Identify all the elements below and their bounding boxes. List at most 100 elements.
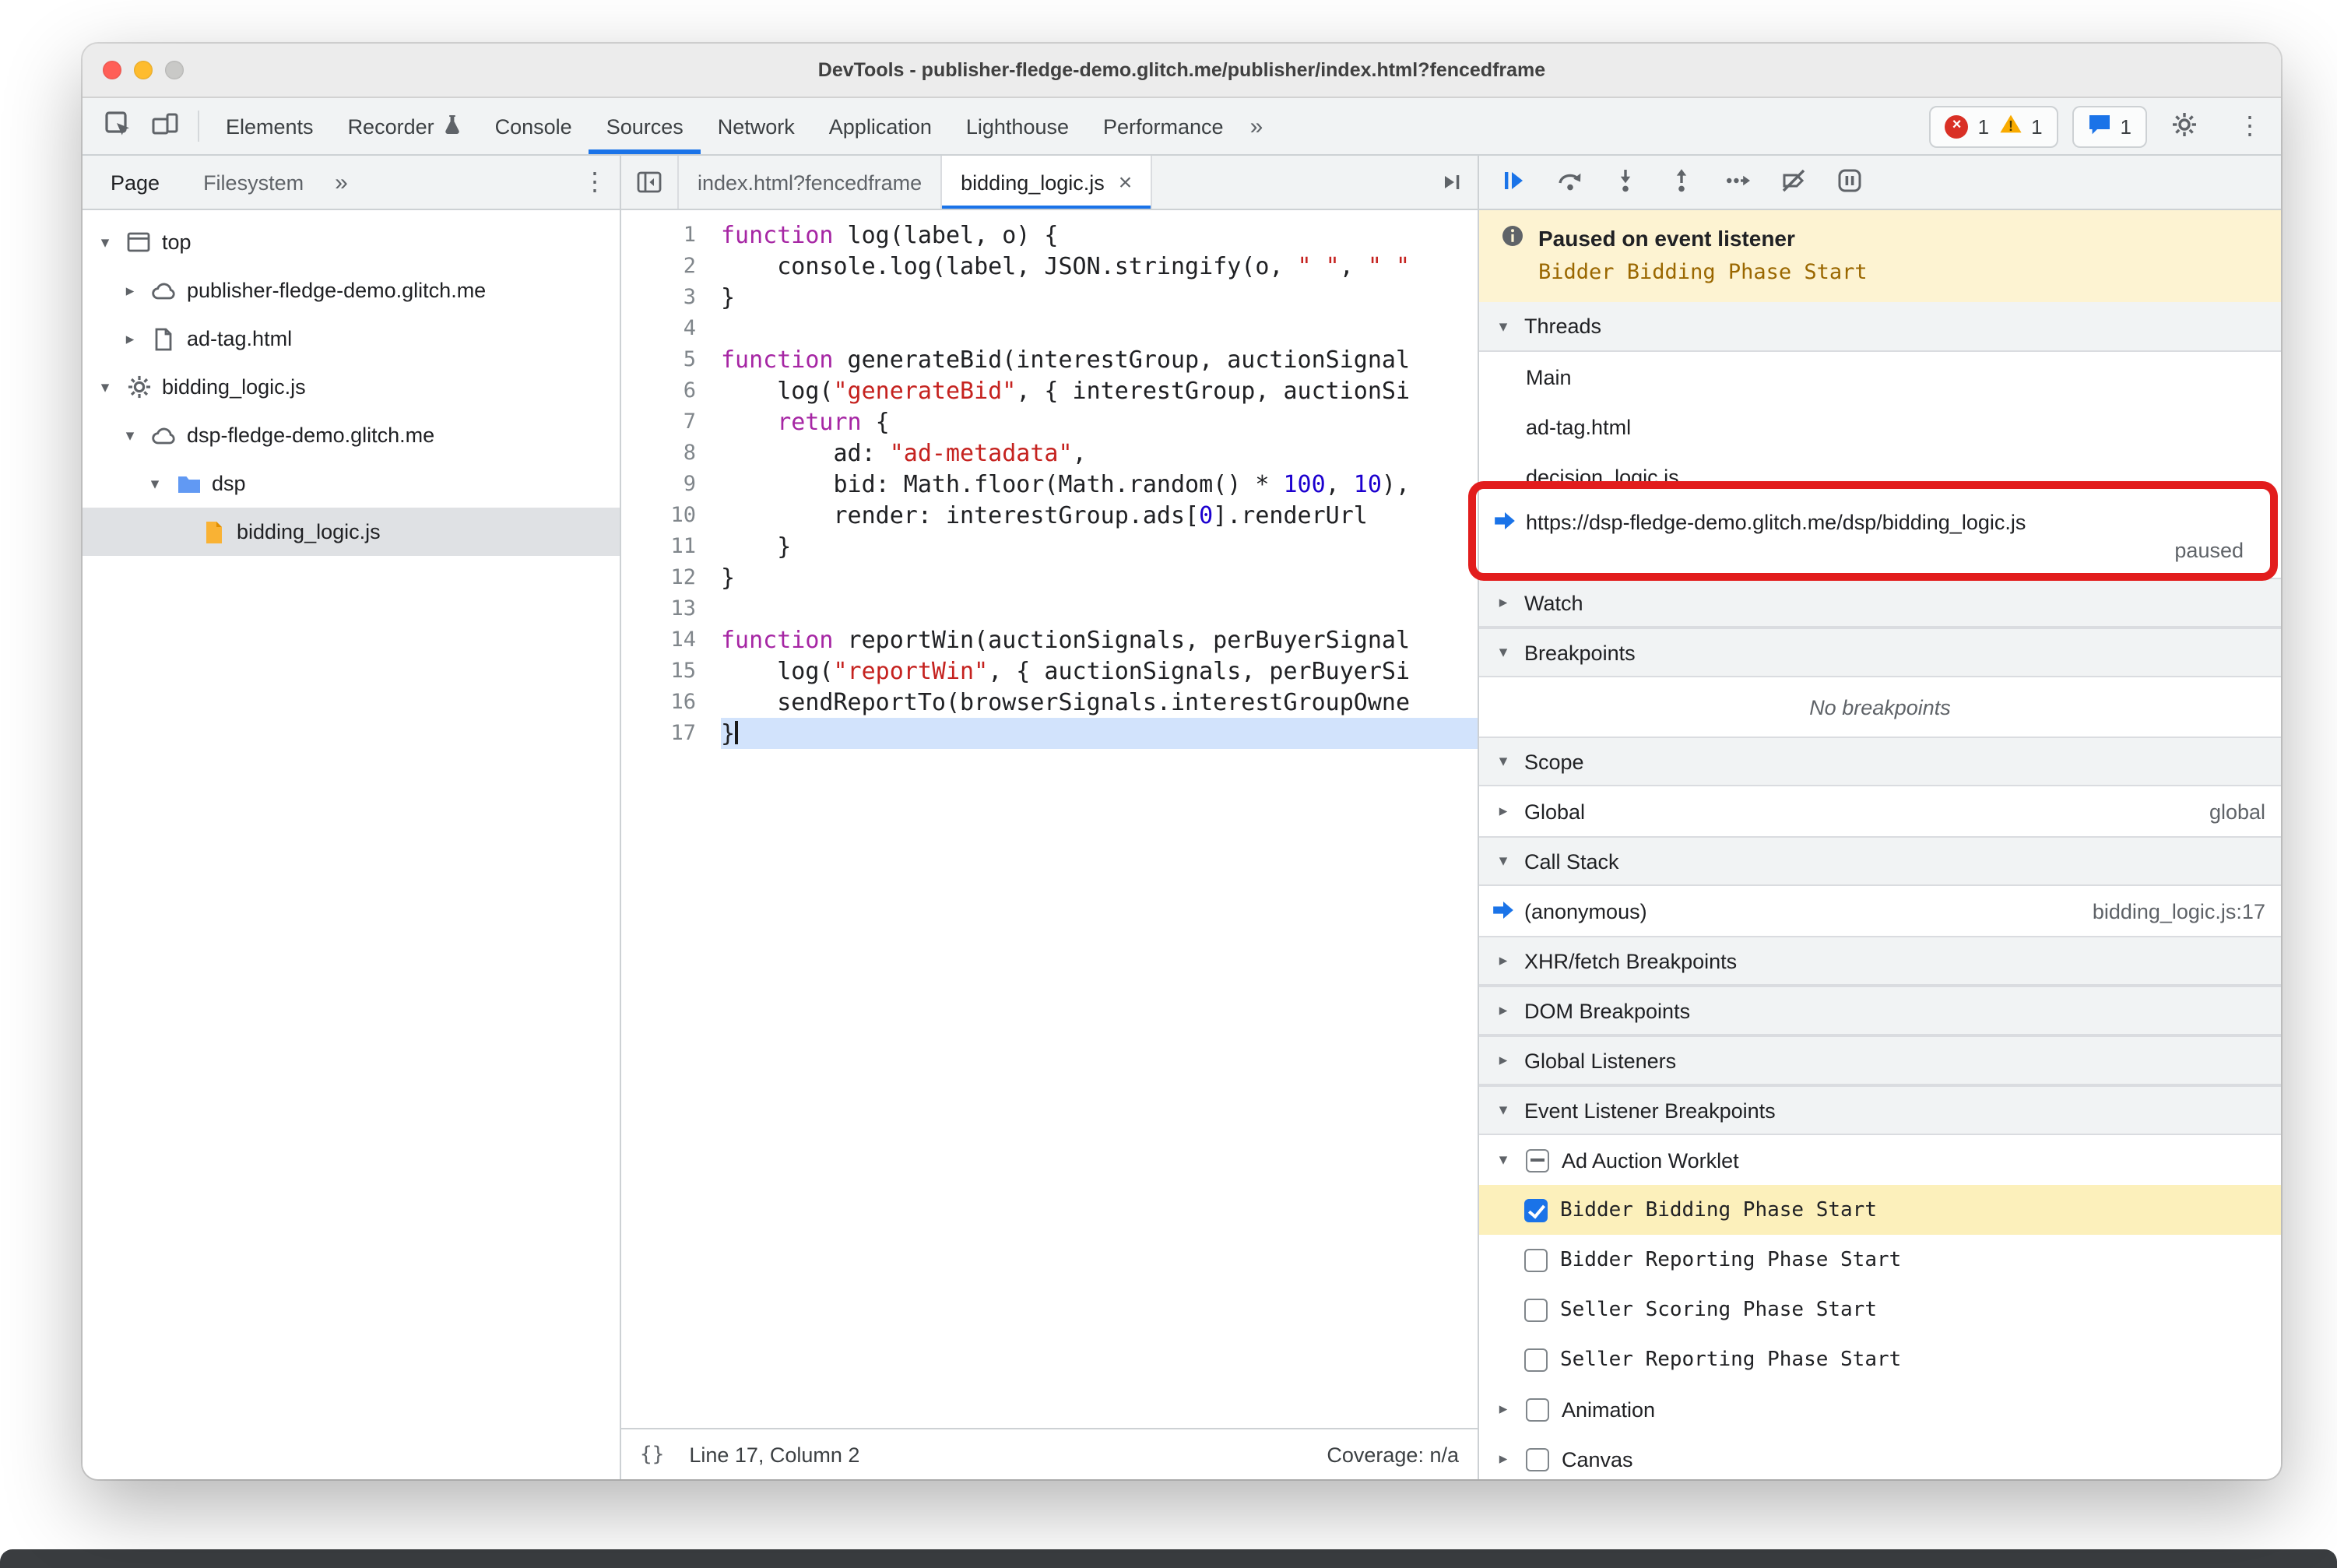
tree-item-dsp[interactable]: ▾ dsp — [83, 459, 620, 508]
tab-performance[interactable]: Performance — [1086, 98, 1241, 154]
navigator-menu-button[interactable]: ⋮ — [576, 167, 613, 198]
zoom-window-button[interactable] — [165, 61, 184, 79]
line-number[interactable]: 12 — [621, 562, 721, 593]
xhr-breakpoints-section-header[interactable]: ▸ XHR/fetch Breakpoints — [1479, 936, 2281, 986]
code-line-10[interactable]: 10 render: interestGroup.ads[0].renderUr… — [621, 500, 1478, 531]
tab-recorder[interactable]: Recorder — [331, 98, 478, 154]
checkbox-indeterminate[interactable] — [1526, 1148, 1549, 1172]
tab-lighthouse[interactable]: Lighthouse — [949, 98, 1086, 154]
expander-closed-icon[interactable]: ▸ — [1493, 1450, 1513, 1468]
tree-item-top[interactable]: ▾ top — [83, 218, 620, 266]
step-over-button[interactable] — [1554, 167, 1585, 198]
call-stack-frame-row[interactable]: (anonymous) bidding_logic.js:17 — [1479, 886, 2281, 936]
navigator-tab-page[interactable]: Page — [89, 156, 181, 209]
code-line-6[interactable]: 6 log("generateBid", { interestGroup, au… — [621, 375, 1478, 406]
code-line-11[interactable]: 11 } — [621, 531, 1478, 562]
hide-navigator-button[interactable] — [621, 156, 679, 209]
code-line-2[interactable]: 2 console.log(label, JSON.stringify(o, "… — [621, 251, 1478, 282]
checkbox-unchecked[interactable] — [1524, 1248, 1548, 1271]
breakpoint-event-seller-scoring-phase-start[interactable]: Seller Scoring Phase Start — [1479, 1285, 2281, 1334]
expander-open-icon[interactable]: ▾ — [95, 233, 115, 251]
editor-tab-bidding-logic-js[interactable]: bidding_logic.js × — [942, 156, 1153, 209]
code-line-4[interactable]: 4 — [621, 313, 1478, 344]
tab-elements[interactable]: Elements — [209, 98, 331, 154]
code-line-9[interactable]: 9 bid: Math.floor(Math.random() * 100, 1… — [621, 469, 1478, 500]
tab-network[interactable]: Network — [701, 98, 812, 154]
scope-section-header[interactable]: ▾ Scope — [1479, 737, 2281, 786]
pause-on-exceptions-button[interactable] — [1834, 167, 1865, 198]
code-line-14[interactable]: 14 function reportWin(auctionSignals, per… — [621, 624, 1478, 656]
tree-item-publisher-fledge-demo-glitch-me[interactable]: ▸ publisher-fledge-demo.glitch.me — [83, 266, 620, 315]
checkbox-unchecked[interactable] — [1526, 1397, 1549, 1421]
line-number[interactable]: 17 — [621, 718, 721, 749]
line-number[interactable]: 14 — [621, 624, 721, 656]
thread-item-paused[interactable]: https://dsp-fledge-demo.glitch.me/dsp/bi… — [1468, 481, 2281, 581]
line-number[interactable]: 4 — [621, 313, 721, 344]
line-number[interactable]: 6 — [621, 375, 721, 406]
line-number[interactable]: 16 — [621, 687, 721, 718]
expander-open-icon[interactable]: ▾ — [145, 474, 165, 493]
line-number[interactable]: 1 — [621, 220, 721, 251]
breakpoints-section-header[interactable]: ▾ Breakpoints — [1479, 628, 2281, 677]
resume-button[interactable] — [1498, 167, 1529, 198]
line-number[interactable]: 3 — [621, 282, 721, 313]
code-line-16[interactable]: 16 sendReportTo(browserSignals.interestG… — [621, 687, 1478, 718]
inspect-element-button[interactable] — [95, 104, 142, 148]
tree-item-bidding-logic-js[interactable]: bidding_logic.js — [83, 508, 620, 556]
event-listener-breakpoints-section-header[interactable]: ▾ Event Listener Breakpoints — [1479, 1085, 2281, 1135]
deactivate-breakpoints-button[interactable] — [1778, 167, 1809, 198]
breakpoint-event-bidder-reporting-phase-start[interactable]: Bidder Reporting Phase Start — [1479, 1235, 2281, 1285]
step-out-button[interactable] — [1666, 167, 1697, 198]
expander-closed-icon[interactable]: ▸ — [120, 329, 140, 348]
thread-item-ad-tag-html[interactable]: ad-tag.html — [1479, 402, 2281, 452]
checkbox-checked[interactable] — [1524, 1198, 1548, 1222]
code-line-12[interactable]: 12} — [621, 562, 1478, 593]
code-line-1[interactable]: 1 function log(label, o) { — [621, 220, 1478, 251]
threads-section-header[interactable]: ▾ Threads — [1479, 302, 2281, 352]
line-number[interactable]: 8 — [621, 438, 721, 469]
line-number[interactable]: 15 — [621, 656, 721, 687]
issues-badge[interactable]: 1 — [2072, 105, 2147, 147]
checkbox-unchecked[interactable] — [1524, 1348, 1548, 1371]
minimize-window-button[interactable] — [134, 61, 153, 79]
thread-item-decision-logic-js[interactable]: decision_logic.js — [1479, 452, 2281, 501]
breakpoint-category-canvas[interactable]: ▸ Canvas — [1479, 1434, 2281, 1479]
call-stack-section-header[interactable]: ▾ Call Stack — [1479, 836, 2281, 886]
expander-open-icon[interactable]: ▾ — [95, 378, 115, 396]
tab-console[interactable]: Console — [478, 98, 589, 154]
line-number[interactable]: 7 — [621, 406, 721, 438]
code-line-3[interactable]: 3} — [621, 282, 1478, 313]
more-navigator-tabs-button[interactable]: » — [325, 169, 357, 195]
line-number[interactable]: 11 — [621, 531, 721, 562]
step-button[interactable] — [1722, 167, 1753, 198]
expander-open-icon[interactable]: ▾ — [1493, 1151, 1513, 1169]
scope-global-row[interactable]: ▸ Global global — [1479, 786, 2281, 836]
settings-button[interactable] — [2161, 104, 2208, 148]
navigator-tab-filesystem[interactable]: Filesystem — [181, 156, 325, 209]
more-panels-button[interactable]: » — [1241, 113, 1273, 139]
tree-item-bidding-logic-js[interactable]: ▾ bidding_logic.js — [83, 363, 620, 411]
line-number[interactable]: 2 — [621, 251, 721, 282]
line-number[interactable]: 13 — [621, 593, 721, 624]
thread-item-main[interactable]: Main — [1479, 352, 2281, 402]
main-menu-button[interactable]: ⋮ — [2222, 104, 2268, 148]
code-line-13[interactable]: 13 — [621, 593, 1478, 624]
checkbox-unchecked[interactable] — [1526, 1447, 1549, 1471]
code-line-15[interactable]: 15 log("reportWin", { auctionSignals, pe… — [621, 656, 1478, 687]
code-line-8[interactable]: 8 ad: "ad-metadata", — [621, 438, 1478, 469]
breakpoint-event-seller-reporting-phase-start[interactable]: Seller Reporting Phase Start — [1479, 1334, 2281, 1384]
code-editor[interactable]: 1 function log(label, o) {2 console.log(l… — [621, 210, 1478, 1428]
pretty-print-button[interactable]: {} — [640, 1443, 664, 1466]
code-line-17[interactable]: 17} — [621, 718, 1478, 749]
dom-breakpoints-section-header[interactable]: ▸ DOM Breakpoints — [1479, 986, 2281, 1035]
editor-tab-index-html-fencedframe[interactable]: index.html?fencedframe — [679, 156, 943, 209]
line-number[interactable]: 9 — [621, 469, 721, 500]
global-listeners-section-header[interactable]: ▸ Global Listeners — [1479, 1035, 2281, 1085]
close-window-button[interactable] — [103, 61, 121, 79]
line-number[interactable]: 5 — [621, 344, 721, 375]
tab-application[interactable]: Application — [812, 98, 949, 154]
expander-closed-icon[interactable]: ▸ — [1493, 1400, 1513, 1419]
expander-open-icon[interactable]: ▾ — [120, 426, 140, 445]
tab-sources[interactable]: Sources — [589, 98, 701, 154]
tree-item-ad-tag-html[interactable]: ▸ ad-tag.html — [83, 315, 620, 363]
